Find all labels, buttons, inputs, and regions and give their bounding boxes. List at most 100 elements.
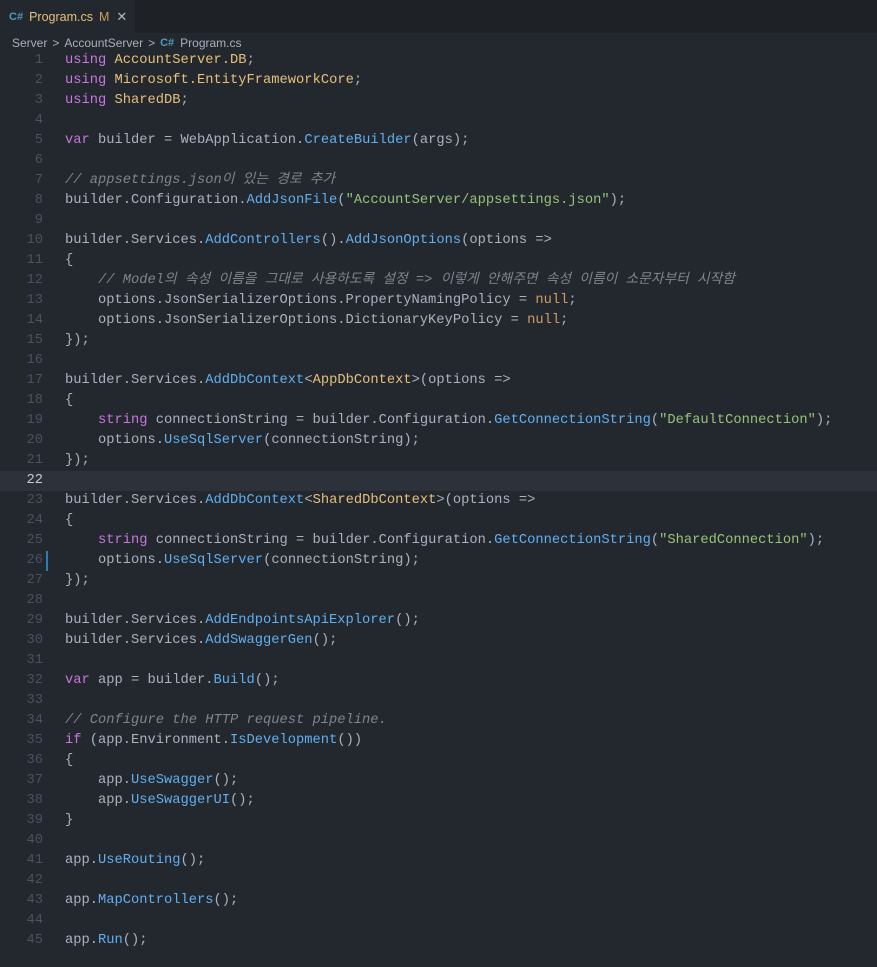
breadcrumb-server[interactable]: Server [12,36,47,50]
code-text: builder.Services.AddDbContext<SharedDbCo… [65,491,535,511]
code-line[interactable]: 42 [0,871,877,891]
token-fn: GetConnectionString [494,413,651,428]
code-line[interactable]: 28 [0,591,877,611]
code-text: { [65,251,73,271]
tab-program-cs[interactable]: C# Program.cs M ✕ [0,0,136,33]
token-pl: (); [122,933,148,948]
code-text: app.Run(); [65,931,148,951]
code-line[interactable]: 43 app.MapControllers(); [0,891,877,911]
line-number: 24 [26,513,43,528]
code-line[interactable]: 44 [0,911,877,931]
token-ty: AppDbContext [312,373,412,388]
breadcrumb-accountserver[interactable]: AccountServer [64,36,143,50]
code-line[interactable]: 6 [0,151,877,171]
token-pl: builder.Services. [65,613,206,628]
code-line[interactable]: 11 { [0,251,877,271]
line-number: 3 [34,93,43,108]
code-text: }); [65,571,90,591]
code-line[interactable]: 34 // Configure the HTTP request pipeline… [0,711,877,731]
code-line[interactable]: 31 [0,651,877,671]
code-line[interactable]: 10 builder.Services.AddControllers().AddJ… [0,231,877,251]
token-pl: app. [65,853,99,868]
code-text: { [65,751,73,771]
token-pl: (options => [461,233,552,248]
token-pl: connectionString = builder.Configuration… [147,533,495,548]
token-pl: options.JsonSerializerOptions.Dictionary… [65,313,528,328]
code-line[interactable]: 4 [0,111,877,131]
code-line[interactable]: 21}); [0,451,877,471]
code-line[interactable]: 37 app.UseSwagger(); [0,771,877,791]
code-line[interactable]: 24 { [0,511,877,531]
code-line[interactable]: 14 options.JsonSerializerOptions.Diction… [0,311,877,331]
code-line[interactable]: 16 [0,351,877,371]
code-text: }); [65,451,90,471]
code-line[interactable]: 33 [0,691,877,711]
token-pl: options.JsonSerializerOptions.PropertyNa… [65,293,536,308]
code-text: using AccountServer.DB; [65,51,255,71]
code-line[interactable]: 41 app.UseRouting(); [0,851,877,871]
line-number: 8 [34,193,43,208]
code-line[interactable]: 20 options.UseSqlServer(connectionString… [0,431,877,451]
token-pl: (); [230,793,255,808]
code-line[interactable]: 23 builder.Services.AddDbContext<SharedDb… [0,491,877,511]
breadcrumb-program-cs[interactable]: Program.cs [180,36,241,50]
token-pl: options. [65,433,165,448]
code-text: // appsettings.json이 있는 경로 추가 [65,171,335,191]
code-line[interactable]: 30 builder.Services.AddSwaggerGen(); [0,631,877,651]
line-number: 40 [26,833,43,848]
code-text: app.UseSwaggerUI(); [65,791,255,811]
code-line[interactable]: 18 { [0,391,877,411]
code-line[interactable]: 22 [0,471,877,491]
token-pl: < [304,493,313,508]
line-number: 29 [26,613,43,628]
token-kw: if [65,733,82,748]
csharp-file-icon: C# [160,37,175,49]
code-line[interactable]: 35 if (app.Environment.IsDevelopment()) [0,731,877,751]
code-line[interactable]: 3 using SharedDB; [0,91,877,111]
token-fn: UseSwagger [131,773,214,788]
code-line[interactable]: 15}); [0,331,877,351]
token-pl: (connectionString); [263,433,420,448]
code-line[interactable]: 39} [0,811,877,831]
close-icon[interactable]: ✕ [116,9,127,25]
code-line[interactable]: 29 builder.Services.AddEndpointsApiExplor… [0,611,877,631]
line-number: 35 [26,733,43,748]
code-text: builder.Configuration.AddJsonFile("Accou… [65,191,626,211]
token-ty: AccountServer.DB [114,53,247,68]
code-line[interactable]: 25 string connectionString = builder.Con… [0,531,877,551]
code-line[interactable]: 32 var app = builder.Build(); [0,671,877,691]
chevron-right-icon: > [148,36,156,50]
code-line[interactable]: 2 using Microsoft.EntityFrameworkCore; [0,71,877,91]
code-line[interactable]: 13 options.JsonSerializerOptions.Propert… [0,291,877,311]
token-pl: (args); [411,133,470,148]
code-line[interactable]: 9 [0,211,877,231]
code-line[interactable]: 8 builder.Configuration.AddJsonFile("Acco… [0,191,877,211]
code-line[interactable]: 38 app.UseSwaggerUI(); [0,791,877,811]
code-editor[interactable]: 1 using AccountServer.DB; 2 using Microsoft… [0,51,877,951]
code-line[interactable]: 45 app.Run(); [0,931,877,951]
code-text: using Microsoft.EntityFrameworkCore; [65,71,362,91]
line-number: 4 [34,113,43,128]
code-line[interactable]: 12 // Model의 속성 이름을 그대로 사용하도록 설정 => 이렇게 … [0,271,877,291]
code-line[interactable]: 5 var builder = WebApplication.CreateBuil… [0,131,877,151]
token-pl: { [65,513,74,528]
token-fn: AddSwaggerGen [205,633,313,648]
token-pl: builder.Services. [65,493,206,508]
code-line[interactable]: 40 [0,831,877,851]
git-modified-marker [46,551,48,571]
line-number: 28 [26,593,43,608]
token-pl: app = builder. [89,673,214,688]
code-line[interactable]: 17 builder.Services.AddDbContext<AppDbCon… [0,371,877,391]
code-line[interactable]: 7 // appsettings.json이 있는 경로 추가 [0,171,877,191]
code-text: app.UseRouting(); [65,851,205,871]
code-line[interactable]: 27}); [0,571,877,591]
code-line[interactable]: 19 string connectionString = builder.Con… [0,411,877,431]
code-line[interactable]: 36 { [0,751,877,771]
token-fn: IsDevelopment [230,733,338,748]
line-number: 18 [26,393,43,408]
code-line[interactable]: 26 options.UseSqlServer(connectionString… [0,551,877,571]
code-text: builder.Services.AddSwaggerGen(); [65,631,337,651]
code-line[interactable]: 1 using AccountServer.DB; [0,51,877,71]
